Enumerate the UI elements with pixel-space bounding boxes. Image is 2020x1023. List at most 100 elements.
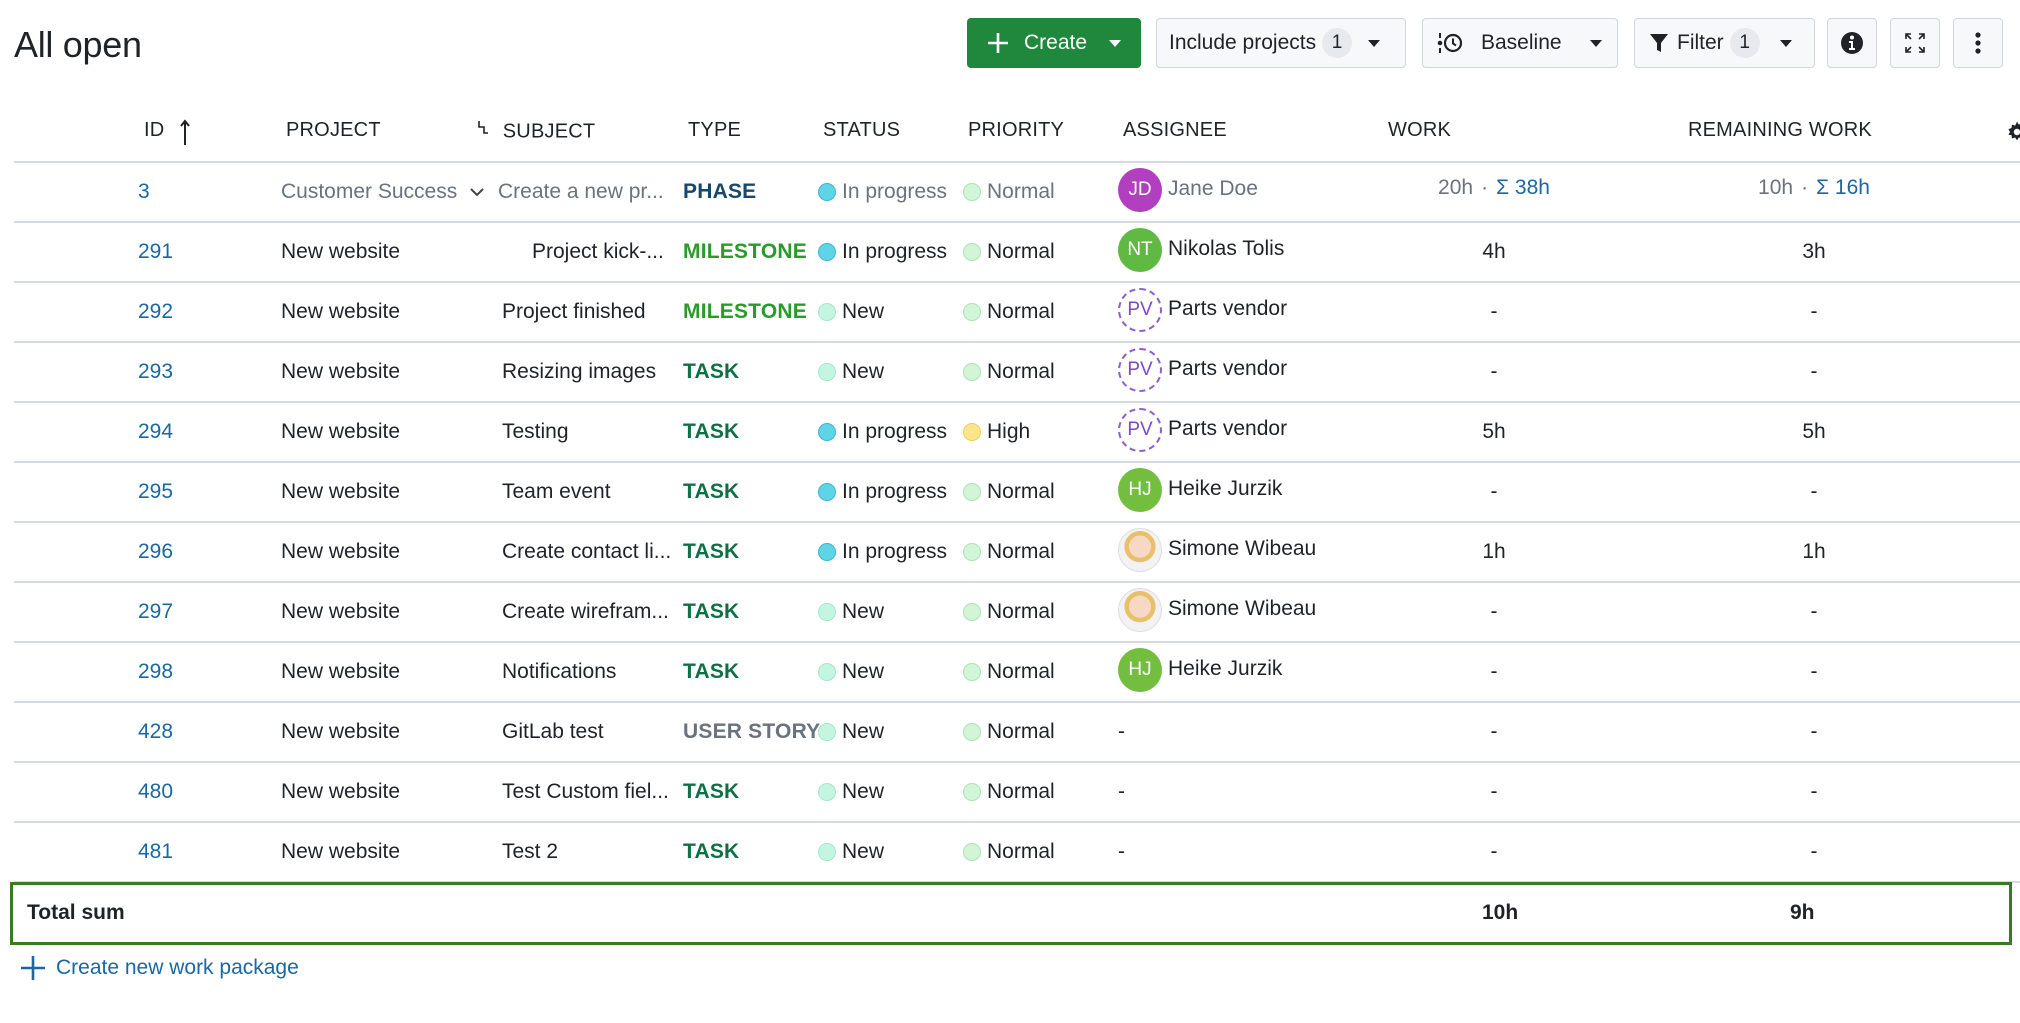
work-package-id-link[interactable]: 481 — [138, 823, 173, 881]
work-cell[interactable]: - — [1374, 463, 1674, 521]
subject-cell[interactable]: Test 2 — [502, 823, 558, 881]
remaining-work-cell[interactable]: - — [1674, 583, 1974, 641]
work-cell[interactable]: - — [1374, 823, 1674, 881]
work-package-id-link[interactable]: 296 — [138, 523, 173, 581]
table-row[interactable]: 293 New website Resizing images TASK New Norm… — [14, 343, 2020, 403]
status-cell[interactable]: New — [818, 703, 884, 761]
info-button[interactable] — [1827, 18, 1877, 68]
work-package-id-link[interactable]: 3 — [138, 163, 150, 221]
priority-cell[interactable]: High — [963, 403, 1030, 461]
work-package-id-link[interactable]: 480 — [138, 763, 173, 821]
remaining-work-cell[interactable]: - — [1674, 343, 1974, 401]
work-package-id-link[interactable]: 292 — [138, 283, 173, 341]
priority-cell[interactable]: Normal — [963, 463, 1055, 521]
assignee-cell[interactable]: Simone Wibeau — [1118, 523, 1316, 581]
priority-cell[interactable]: Normal — [963, 343, 1055, 401]
type-cell[interactable]: MILESTONE — [683, 283, 807, 341]
include-projects-button[interactable]: Include projects 1 — [1156, 18, 1406, 68]
work-cell[interactable]: 1h — [1374, 523, 1674, 581]
column-header-type[interactable]: TYPE — [688, 119, 741, 142]
column-header-assignee[interactable]: ASSIGNEE — [1123, 119, 1227, 142]
table-row[interactable]: 294 New website Testing TASK In progress High… — [14, 403, 2020, 463]
work-cell[interactable]: 5h — [1374, 403, 1674, 461]
hierarchy-icon[interactable] — [477, 119, 489, 145]
create-new-work-package-link[interactable]: Create new work package — [20, 955, 299, 981]
subject-cell[interactable]: Create contact li... — [502, 523, 671, 581]
priority-cell[interactable]: Normal — [963, 223, 1055, 281]
status-cell[interactable]: In progress — [818, 523, 947, 581]
table-row[interactable]: 480 New website Test Custom fiel... TASK New… — [14, 763, 2020, 823]
status-cell[interactable]: New — [818, 583, 884, 641]
work-cell[interactable]: 4h — [1374, 223, 1674, 281]
priority-cell[interactable]: Normal — [963, 643, 1055, 701]
assignee-cell[interactable]: - — [1118, 703, 1125, 761]
type-cell[interactable]: PHASE — [683, 163, 756, 221]
type-cell[interactable]: TASK — [683, 403, 739, 461]
status-cell[interactable]: In progress — [818, 223, 947, 281]
work-package-id-link[interactable]: 294 — [138, 403, 173, 461]
column-header-subject[interactable]: SUBJECT — [477, 119, 595, 145]
work-cell[interactable]: - — [1374, 703, 1674, 761]
status-cell[interactable]: New — [818, 283, 884, 341]
column-header-id[interactable]: ID — [144, 119, 190, 151]
work-package-id-link[interactable]: 297 — [138, 583, 173, 641]
project-cell[interactable]: New website — [281, 643, 400, 701]
work-cell[interactable]: - — [1374, 643, 1674, 701]
project-cell[interactable]: New website — [281, 763, 400, 821]
remaining-work-cell[interactable]: - — [1674, 823, 1974, 881]
status-cell[interactable]: New — [818, 763, 884, 821]
assignee-cell[interactable]: HJ Heike Jurzik — [1118, 463, 1282, 521]
type-cell[interactable]: USER STORY — [683, 703, 820, 761]
priority-cell[interactable]: Normal — [963, 523, 1055, 581]
assignee-cell[interactable]: NT Nikolas Tolis — [1118, 223, 1284, 281]
work-cell[interactable]: - — [1374, 283, 1674, 341]
table-row[interactable]: 3 Customer Success Create a new pr... PHASE… — [14, 163, 2020, 223]
priority-cell[interactable]: Normal — [963, 823, 1055, 881]
remaining-work-cell[interactable]: 3h — [1674, 223, 1974, 281]
work-cell[interactable]: 20h · Σ 38h — [1374, 159, 1674, 217]
table-row[interactable]: 292 New website Project finished MILESTONE N… — [14, 283, 2020, 343]
type-cell[interactable]: TASK — [683, 583, 739, 641]
project-cell[interactable]: New website — [281, 223, 400, 281]
priority-cell[interactable]: Normal — [963, 703, 1055, 761]
status-cell[interactable]: In progress — [818, 163, 947, 221]
remaining-work-cell[interactable]: - — [1674, 463, 1974, 521]
create-button[interactable]: Create — [967, 18, 1141, 68]
assignee-cell[interactable]: - — [1118, 823, 1125, 881]
subject-cell[interactable]: Project kick-... — [532, 223, 664, 281]
project-cell[interactable]: New website — [281, 583, 400, 641]
project-cell[interactable]: New website — [281, 283, 400, 341]
subject-cell[interactable]: Testing — [502, 403, 569, 461]
collapse-chevron-icon[interactable] — [470, 187, 484, 197]
project-cell[interactable]: New website — [281, 343, 400, 401]
subject-cell[interactable]: Create a new pr... — [470, 163, 664, 221]
remaining-work-cell[interactable]: - — [1674, 643, 1974, 701]
status-cell[interactable]: In progress — [818, 403, 947, 461]
project-cell[interactable]: New website — [281, 523, 400, 581]
baseline-button[interactable]: Baseline — [1422, 18, 1618, 68]
remaining-work-cell[interactable]: - — [1674, 763, 1974, 821]
subject-cell[interactable]: Project finished — [502, 283, 646, 341]
status-cell[interactable]: New — [818, 643, 884, 701]
remaining-work-cell[interactable]: 10h · Σ 16h — [1674, 159, 1974, 217]
fullscreen-button[interactable] — [1890, 18, 1940, 68]
project-cell[interactable]: New website — [281, 823, 400, 881]
type-cell[interactable]: MILESTONE — [683, 223, 807, 281]
type-cell[interactable]: TASK — [683, 343, 739, 401]
column-header-priority[interactable]: PRIORITY — [968, 119, 1064, 142]
priority-cell[interactable]: Normal — [963, 763, 1055, 821]
assignee-cell[interactable]: PV Parts vendor — [1118, 283, 1287, 341]
remaining-work-cell[interactable]: - — [1674, 703, 1974, 761]
status-cell[interactable]: In progress — [818, 463, 947, 521]
subject-cell[interactable]: Notifications — [502, 643, 616, 701]
work-package-id-link[interactable]: 291 — [138, 223, 173, 281]
work-sum-link[interactable]: Σ 38h — [1496, 176, 1550, 200]
table-row[interactable]: 291 New website Project kick-... MILESTONE I… — [14, 223, 2020, 283]
table-row[interactable]: 296 New website Create contact li... TASK In… — [14, 523, 2020, 583]
type-cell[interactable]: TASK — [683, 823, 739, 881]
remaining-work-cell[interactable]: - — [1674, 283, 1974, 341]
assignee-cell[interactable]: Simone Wibeau — [1118, 583, 1316, 641]
column-header-remaining-work[interactable]: REMAINING WORK — [1688, 119, 1872, 142]
priority-cell[interactable]: Normal — [963, 283, 1055, 341]
filter-button[interactable]: Filter 1 — [1634, 18, 1815, 68]
